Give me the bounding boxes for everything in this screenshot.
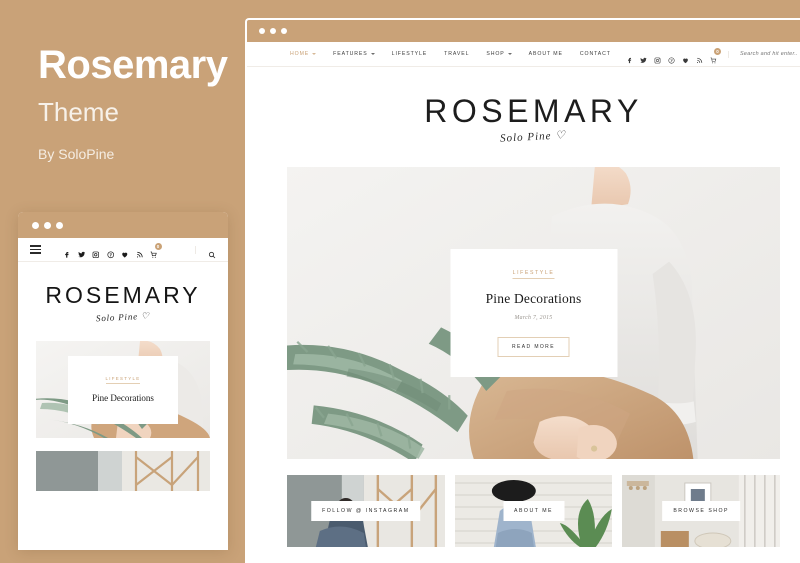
pinterest-icon[interactable] xyxy=(668,51,675,64)
nav-item-home[interactable]: HOME xyxy=(290,51,317,57)
promo-byline: By SoloPine xyxy=(38,145,115,162)
logo-script-tagline: Solo Pine ♡ xyxy=(500,129,567,145)
promo-box-shop[interactable]: BROWSE SHOP xyxy=(622,475,781,547)
mobile-window-controls[interactable] xyxy=(32,221,63,229)
mobile-page-body: 0 ROSEMARY Solo Pine ♡ LIFESTYLE Pine De… xyxy=(18,238,228,550)
promo-boxes-row: FOLLOW @ INSTAGRAM ABOUT ME BROWSE SHOP xyxy=(287,475,781,547)
pinterest-icon[interactable] xyxy=(106,246,115,259)
desktop-window-titlebar xyxy=(247,20,800,42)
hamburger-menu-icon[interactable] xyxy=(30,245,41,254)
nav-item-travel-label: TRAVEL xyxy=(444,51,470,57)
promo-box-instagram[interactable]: FOLLOW @ INSTAGRAM xyxy=(287,475,445,547)
nav-item-contact-label: CONTACT xyxy=(579,51,611,57)
desktop-search[interactable] xyxy=(729,51,800,57)
mobile-logo-script-tagline: Solo Pine ♡ xyxy=(95,310,151,324)
mobile-hero-featured-post[interactable]: LIFESTYLE Pine Decorations xyxy=(36,341,210,438)
rss-icon[interactable] xyxy=(696,51,703,63)
mobile-logo-wordmark: ROSEMARY xyxy=(45,282,201,308)
promo-box-instagram-label[interactable]: FOLLOW @ INSTAGRAM xyxy=(311,501,421,521)
desktop-social-links: 0 xyxy=(626,47,729,64)
promo-box-about-me-label[interactable]: ABOUT ME xyxy=(503,501,564,521)
window-maximize-dot[interactable] xyxy=(281,28,287,34)
mobile-hero-post-title[interactable]: Pine Decorations xyxy=(92,393,154,403)
desktop-nav-right: 0 xyxy=(626,47,800,64)
chevron-down-icon xyxy=(370,53,375,55)
desktop-page-body: HOME FEATURES LIFESTYLE TRAVEL SHOP ABOU… xyxy=(247,42,800,563)
nav-item-contact[interactable]: CONTACT xyxy=(580,51,611,57)
bloglovin-heart-icon[interactable] xyxy=(682,51,689,63)
cart-button[interactable]: 0 xyxy=(710,47,721,63)
mobile-navbar: 0 xyxy=(18,238,228,262)
mobile-cart-badge-count: 0 xyxy=(154,242,162,250)
promo-box-about-me[interactable]: ABOUT ME xyxy=(454,475,613,547)
nav-item-features[interactable]: FEATURES xyxy=(333,51,375,57)
desktop-navbar: HOME FEATURES LIFESTYLE TRAVEL SHOP ABOU… xyxy=(247,42,800,67)
hero-post-date: March 7, 2015 xyxy=(514,314,553,321)
nav-item-about-me-label: ABOUT ME xyxy=(528,51,563,57)
nav-item-lifestyle[interactable]: LIFESTYLE xyxy=(392,51,428,57)
mobile-social-links: 0 xyxy=(63,242,162,259)
mobile-hero-post-category[interactable]: LIFESTYLE xyxy=(105,376,141,384)
nav-item-features-label: FEATURES xyxy=(333,51,368,57)
desktop-browser-window: HOME FEATURES LIFESTYLE TRAVEL SHOP ABOU… xyxy=(245,18,800,563)
chevron-down-icon xyxy=(312,53,317,55)
facebook-icon[interactable] xyxy=(626,51,633,63)
twitter-icon[interactable] xyxy=(77,246,86,258)
hero-post-card: LIFESTYLE Pine Decorations March 7, 2015… xyxy=(450,249,617,377)
nav-item-lifestyle-label: LIFESTYLE xyxy=(391,51,428,57)
instagram-icon[interactable] xyxy=(654,51,661,63)
mobile-next-post-image[interactable] xyxy=(36,451,210,491)
desktop-nav-links: HOME FEATURES LIFESTYLE TRAVEL SHOP ABOU… xyxy=(290,51,611,57)
mobile-window-titlebar xyxy=(18,212,228,238)
facebook-icon[interactable] xyxy=(63,246,71,258)
nav-item-travel[interactable]: TRAVEL xyxy=(444,51,469,57)
promo-block: Rosemary Theme By SoloPine xyxy=(38,44,258,162)
mobile-browser-window: 0 ROSEMARY Solo Pine ♡ LIFESTYLE Pine De… xyxy=(18,212,228,550)
desktop-site-logo[interactable]: ROSEMARY Solo Pine ♡ xyxy=(247,67,800,167)
nav-item-shop[interactable]: SHOP xyxy=(486,51,512,57)
bloglovin-heart-icon[interactable] xyxy=(121,246,129,258)
mobile-cart-button[interactable]: 0 xyxy=(150,242,162,258)
window-minimize-dot[interactable] xyxy=(270,28,276,34)
logo-wordmark: ROSEMARY xyxy=(424,93,643,129)
nav-item-shop-label: SHOP xyxy=(486,51,505,57)
cart-badge-count: 0 xyxy=(714,47,721,55)
promo-subtitle: Theme xyxy=(38,97,119,127)
nav-item-about-me[interactable]: ABOUT ME xyxy=(529,51,563,57)
hero-featured-post[interactable]: LIFESTYLE Pine Decorations March 7, 2015… xyxy=(287,167,780,459)
chevron-down-icon xyxy=(507,53,512,55)
promo-box-shop-label[interactable]: BROWSE SHOP xyxy=(662,501,741,521)
mobile-window-minimize-dot[interactable] xyxy=(44,221,51,229)
window-close-dot[interactable] xyxy=(259,28,265,34)
twitter-icon[interactable] xyxy=(640,51,647,63)
window-controls[interactable] xyxy=(259,28,287,34)
mobile-window-maximize-dot[interactable] xyxy=(56,221,63,229)
hero-post-category[interactable]: LIFESTYLE xyxy=(512,270,555,279)
search-input[interactable] xyxy=(740,51,798,57)
promo-title: Rosemary xyxy=(38,43,228,87)
search-icon[interactable] xyxy=(208,246,216,258)
mobile-hero-post-card: LIFESTYLE Pine Decorations xyxy=(68,355,178,424)
nav-item-home-label: HOME xyxy=(290,51,310,57)
mobile-window-close-dot[interactable] xyxy=(32,221,39,229)
mobile-search-button[interactable] xyxy=(195,245,216,258)
read-more-button[interactable]: READ MORE xyxy=(497,336,570,357)
mobile-site-logo[interactable]: ROSEMARY Solo Pine ♡ xyxy=(18,262,228,341)
hero-post-title[interactable]: Pine Decorations xyxy=(486,291,582,307)
instagram-icon[interactable] xyxy=(92,246,100,259)
rss-icon[interactable] xyxy=(136,246,144,258)
